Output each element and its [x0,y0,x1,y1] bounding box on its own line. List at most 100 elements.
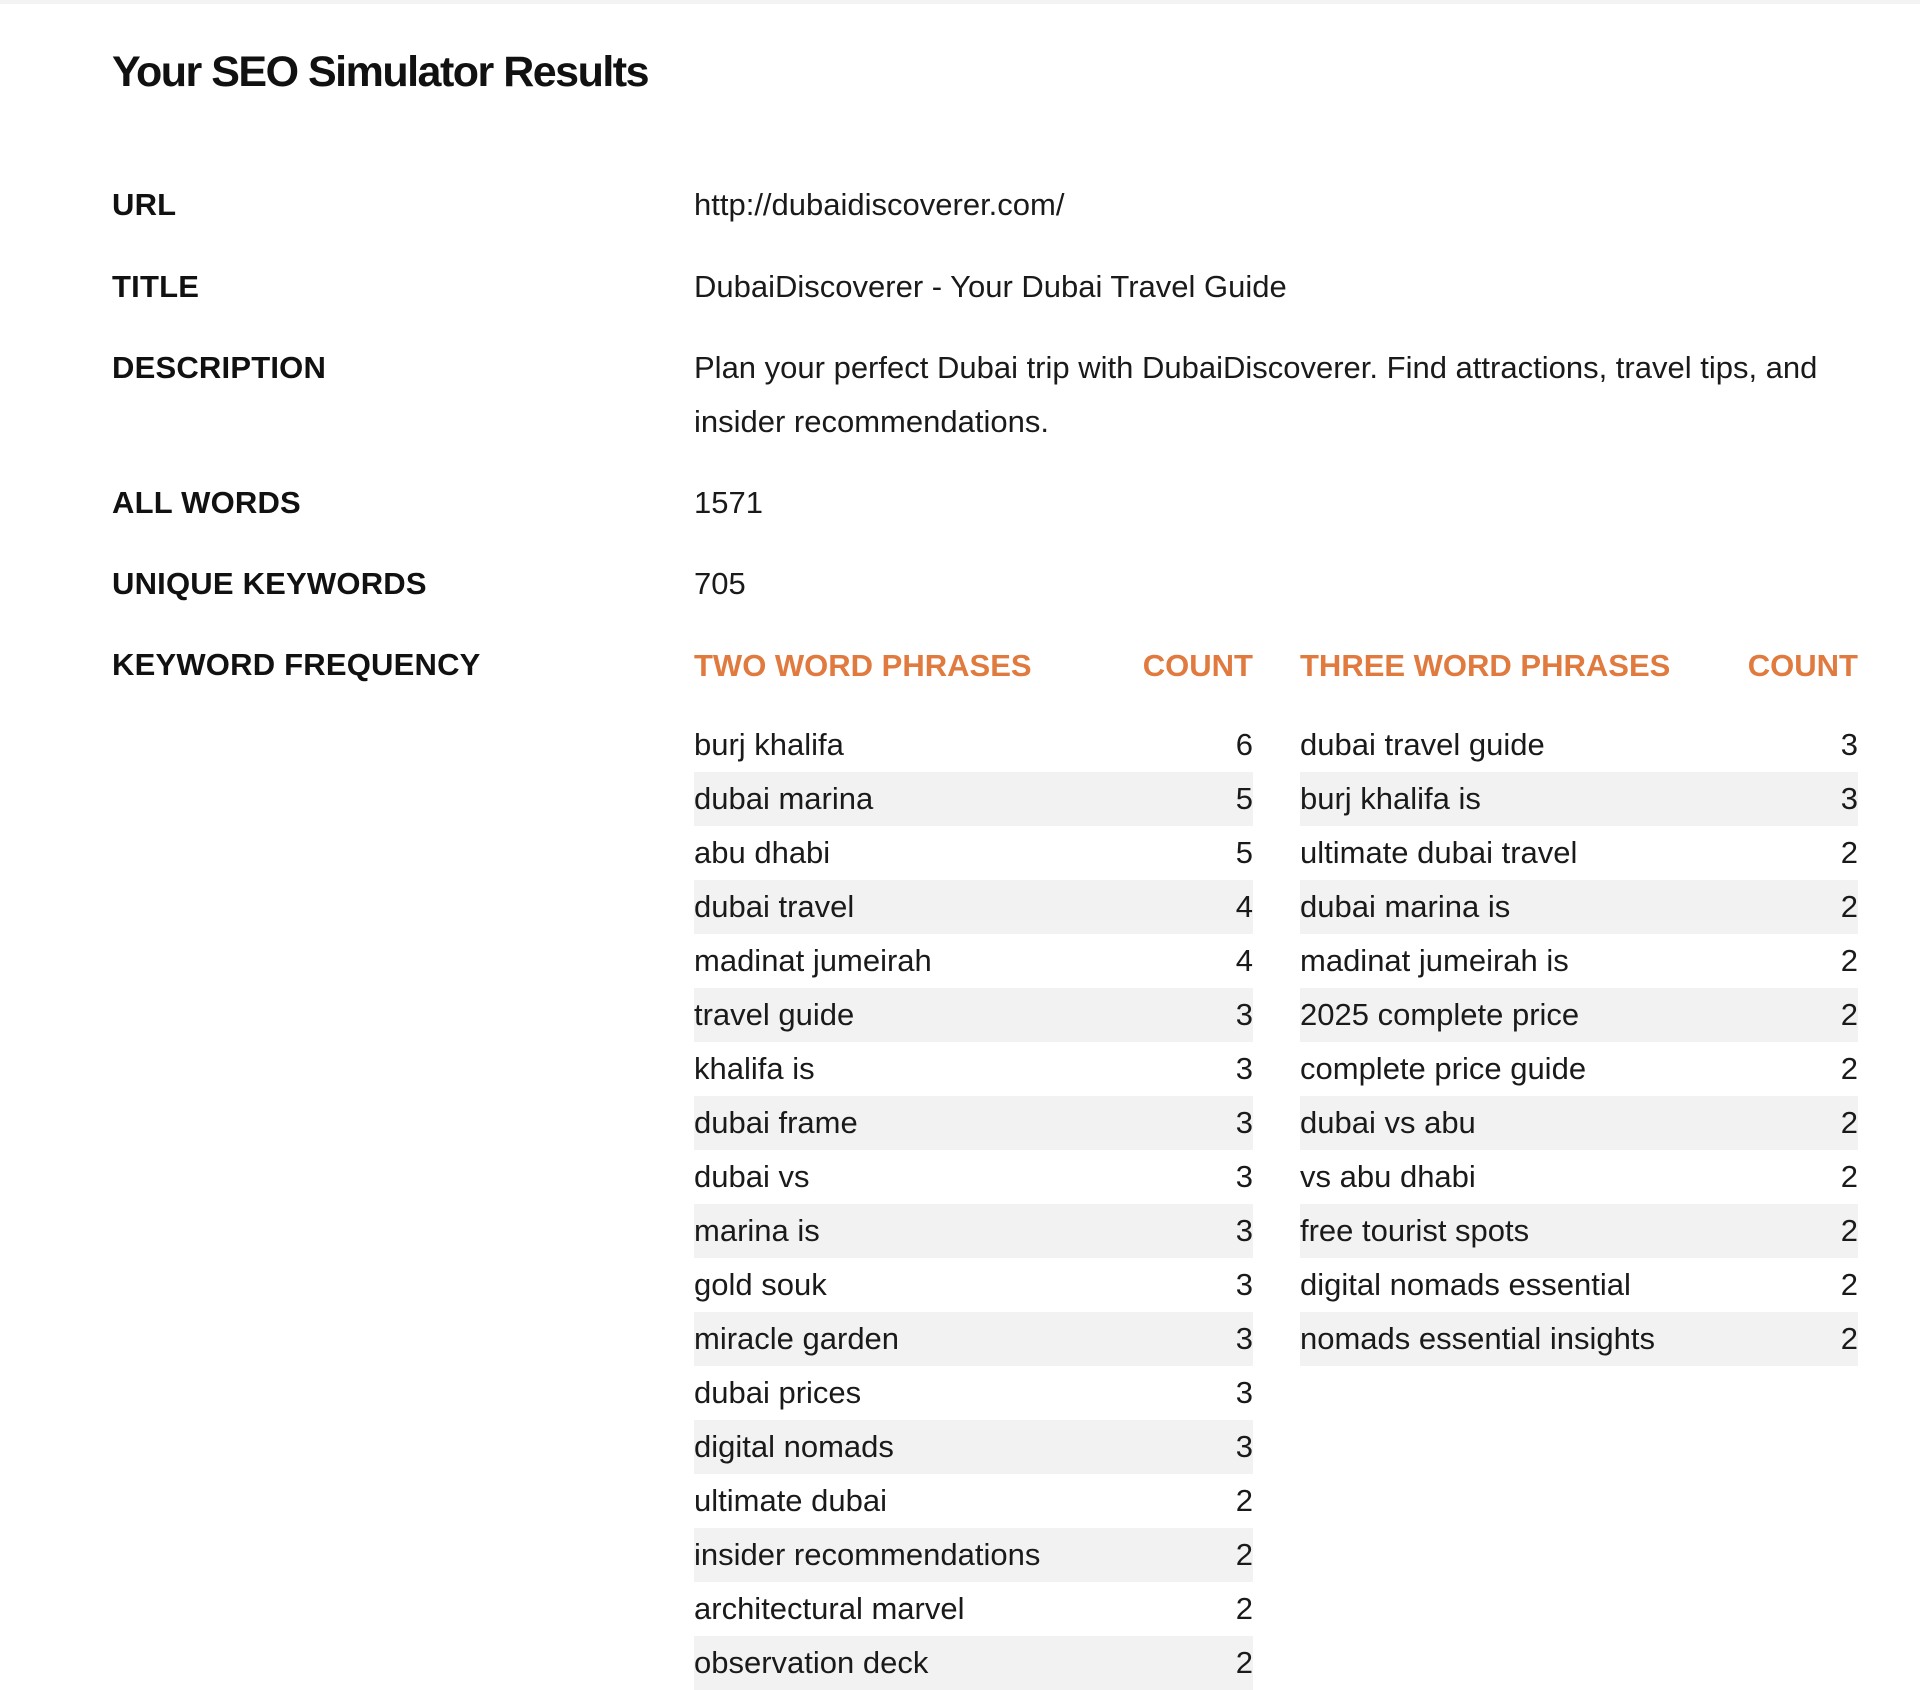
top-divider [0,0,1920,4]
two-word-phrases-table: TWO WORD PHRASES COUNT burj khalifa 6 duba… [694,638,1253,1690]
count-cell: 5 [1235,835,1253,870]
phrase-cell: madinat jumeirah is [1300,943,1569,978]
phrase-cell: khalifa is [694,1051,815,1086]
count-cell: 2 [1730,988,1858,1042]
table-row: nomads essential insights 2 [1300,1312,1858,1366]
table-row: digital nomads 3 [694,1420,1253,1474]
phrase-cell: miracle garden [694,1312,1119,1366]
table-row: vs abu dhabi 2 [1300,1150,1858,1204]
two-word-count-header: COUNT [1142,648,1253,683]
count-cell: 3 [1840,727,1858,762]
phrase-cell: burj khalifa [694,727,844,762]
description-value: Plan your perfect Dubai trip with DubaiD… [694,350,1818,439]
table-row: travel guide 3 [694,988,1253,1042]
table-row: complete price guide 2 [1300,1042,1858,1096]
count-cell: 2 [1730,1204,1858,1258]
three-word-phrases-table: THREE WORD PHRASES COUNT dubai travel gu… [1300,638,1858,1366]
phrase-cell: dubai marina [694,772,1119,826]
count-cell: 6 [1235,727,1253,762]
table-header-row: THREE WORD PHRASES COUNT [1300,638,1858,694]
phrase-cell: dubai prices [694,1375,862,1410]
all-words-label: ALL WORDS [112,485,301,520]
unique-keywords-value: 705 [694,566,746,601]
table-row: architectural marvel 2 [694,1582,1253,1636]
phrase-cell: digital nomads [694,1420,1119,1474]
phrase-cell: dubai vs [694,1159,810,1194]
three-word-phrases-body: dubai travel guide 3 burj khalifa is 3 ultim… [1300,694,1858,1366]
phrase-cell: marina is [694,1204,1119,1258]
table-row: 2025 complete price 2 [1300,988,1858,1042]
count-cell: 3 [1235,1375,1253,1410]
count-cell: 3 [1118,1204,1253,1258]
table-row: abu dhabi 5 [694,826,1253,880]
table-row: marina is 3 [694,1204,1253,1258]
phrase-cell: free tourist spots [1300,1204,1730,1258]
count-cell: 3 [1730,772,1858,826]
table-row: free tourist spots 2 [1300,1204,1858,1258]
phrase-cell: dubai frame [694,1096,1119,1150]
table-row: ultimate dubai travel 2 [1300,826,1858,880]
table-spacer [1300,694,1858,718]
count-cell: 3 [1118,1312,1253,1366]
table-row: dubai vs 3 [694,1150,1253,1204]
phrase-cell: digital nomads essential [1300,1267,1631,1302]
phrase-cell: nomads essential insights [1300,1312,1730,1366]
count-cell: 3 [1118,1420,1253,1474]
count-cell: 2 [1730,880,1858,934]
phrase-cell: ultimate dubai travel [1300,835,1578,870]
page-title: Your SEO Simulator Results [112,48,650,96]
table-row: madinat jumeirah is 2 [1300,934,1858,988]
count-cell: 4 [1118,880,1253,934]
unique-keywords-label: UNIQUE KEYWORDS [112,566,427,601]
table-row: dubai marina is 2 [1300,880,1858,934]
phrase-cell: ultimate dubai [694,1483,888,1518]
title-value: DubaiDiscoverer - Your Dubai Travel Guid… [694,269,1287,304]
count-cell: 3 [1235,1267,1253,1302]
phrase-cell: complete price guide [1300,1051,1587,1086]
phrase-cell: travel guide [694,988,1119,1042]
table-row: dubai marina 5 [694,772,1253,826]
count-cell: 2 [1840,943,1858,978]
three-word-phrases-header: THREE WORD PHRASES [1300,648,1671,683]
count-cell: 2 [1840,1267,1858,1302]
all-words-value: 1571 [694,485,763,520]
description-label: DESCRIPTION [112,350,327,385]
phrase-cell: architectural marvel [694,1591,965,1626]
table-row: miracle garden 3 [694,1312,1253,1366]
url-label: URL [112,187,177,222]
phrase-cell: dubai marina is [1300,880,1730,934]
table-row: burj khalifa is 3 [1300,772,1858,826]
table-row: khalifa is 3 [694,1042,1253,1096]
table-row: gold souk 3 [694,1258,1253,1312]
count-cell: 3 [1235,1051,1253,1086]
phrase-cell: dubai vs abu [1300,1096,1730,1150]
phrase-cell: 2025 complete price [1300,988,1730,1042]
count-cell: 2 [1118,1528,1253,1582]
count-cell: 2 [1730,1096,1858,1150]
table-row: digital nomads essential 2 [1300,1258,1858,1312]
count-cell: 2 [1118,1636,1253,1690]
table-row: dubai travel guide 3 [1300,718,1858,772]
table-row: ultimate dubai 2 [694,1474,1253,1528]
table-row: insider recommendations 2 [694,1528,1253,1582]
phrase-cell: observation deck [694,1636,1119,1690]
table-row: observation deck 2 [694,1636,1253,1690]
title-label: TITLE [112,269,200,304]
count-cell: 2 [1840,835,1858,870]
count-cell: 5 [1118,772,1253,826]
table-spacer [694,694,1253,718]
count-cell: 3 [1118,1096,1253,1150]
three-word-count-header: COUNT [1747,648,1858,683]
phrase-cell: abu dhabi [694,835,831,870]
count-cell: 2 [1235,1591,1253,1626]
count-cell: 2 [1235,1483,1253,1518]
url-value: http://dubaidiscoverer.com/ [694,187,1065,222]
count-cell: 2 [1840,1159,1858,1194]
phrase-cell: dubai travel [694,880,1119,934]
count-cell: 2 [1840,1051,1858,1086]
table-row: dubai travel 4 [694,880,1253,934]
table-row: dubai prices 3 [694,1366,1253,1420]
count-cell: 3 [1235,1159,1253,1194]
two-word-phrases-body: burj khalifa 6 dubai marina 5 abu dhabi 5 duba… [694,694,1253,1690]
table-row: dubai frame 3 [694,1096,1253,1150]
